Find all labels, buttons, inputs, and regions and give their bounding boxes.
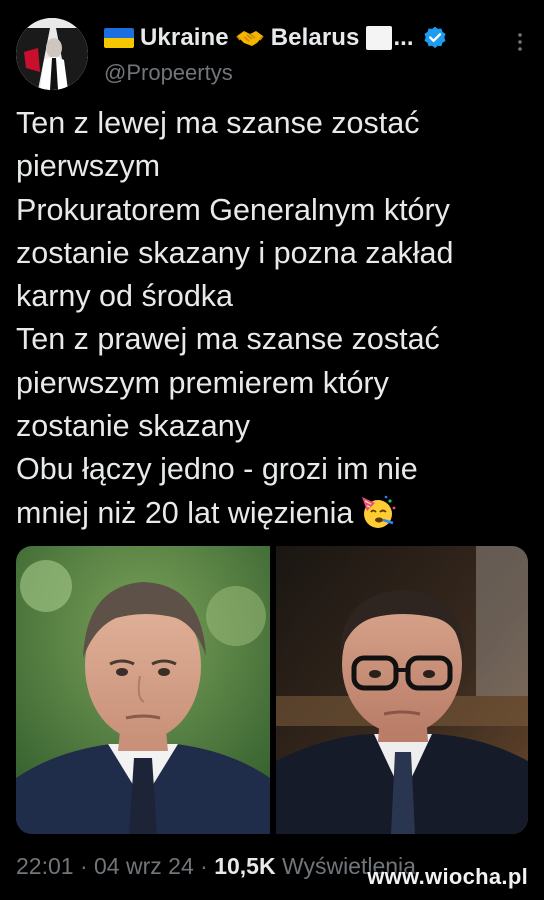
tweet-line: Obu łączy jedno - grozi im nie	[16, 452, 418, 487]
handshake-icon	[236, 31, 264, 46]
display-name-ukraine[interactable]: Ukraine	[140, 24, 229, 52]
tweet-line: Ten z lewej ma szanse zostać	[16, 106, 420, 140]
tweet-line: karny od środka	[16, 279, 233, 314]
more-options-icon[interactable]	[510, 30, 530, 54]
tweet-date[interactable]: 04 wrz 24	[94, 853, 194, 879]
tweet-line-last: mniej niż 20 lat więzienia	[16, 492, 528, 535]
author-handle[interactable]: @Propeertys	[104, 60, 524, 86]
portrait-photo-left	[16, 546, 270, 834]
tweet-line: pierwszym	[16, 149, 161, 184]
white-flag-icon	[365, 26, 392, 50]
tweet-line: mniej niż 20 lat więzienia	[16, 495, 354, 530]
tweet-header: Ukraine Belarus ... @Propeertys	[104, 20, 524, 90]
meta-separator: ·	[193, 853, 215, 879]
verified-badge-icon	[424, 26, 446, 49]
tweet-line: zostanie skazany	[16, 409, 250, 444]
photo-right[interactable]	[276, 546, 528, 834]
tweet-line: Ten z prawej ma szanse zostać	[16, 322, 440, 357]
tweet-text: Ten z lewej ma szanse zostać pierwszym P…	[16, 102, 528, 535]
avatar[interactable]	[16, 18, 88, 90]
display-name-row[interactable]: Ukraine Belarus ...	[104, 20, 524, 56]
portrait-photo-right	[276, 546, 528, 834]
person-portrait-icon	[16, 18, 88, 90]
photo-left[interactable]	[16, 546, 270, 834]
name-ellipsis: ...	[393, 24, 414, 51]
tweet-time[interactable]: 22:01	[16, 853, 74, 879]
tweet-media[interactable]	[16, 546, 528, 834]
tweet-line: zostanie skazany i pozna zakład	[16, 235, 454, 270]
partying-face-icon	[362, 495, 396, 528]
watermark: www.wiocha.pl	[367, 864, 528, 889]
views-count[interactable]: 10,5K	[214, 853, 275, 879]
meta-separator: ·	[73, 853, 95, 879]
tweet-line: pierwszym premierem który	[16, 365, 389, 400]
tweet-line: Prokuratorem Generalnym który	[16, 192, 450, 227]
ukraine-flag-icon	[104, 28, 134, 48]
display-name-belarus[interactable]: Belarus	[271, 24, 360, 52]
